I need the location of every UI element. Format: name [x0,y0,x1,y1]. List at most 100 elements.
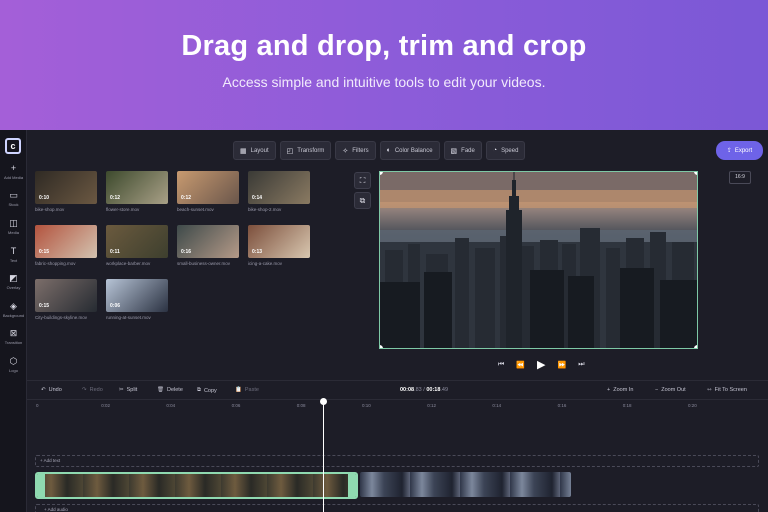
toolbar-button-0[interactable]: ▦ Layout [233,141,276,160]
crop-handle-bl[interactable] [380,345,383,348]
media-filename: beach-sunset.mov [177,207,214,212]
media-icon: ◫ [9,218,18,228]
media-thumbnail[interactable]: 0:12 flower-store.mov [106,171,168,212]
media-thumbnail[interactable]: 0:15 City-buildings-skyline.mov [35,279,97,320]
layout-icon: ▦ [240,147,247,155]
redo-button[interactable]: ↷ Redo [82,387,103,393]
timeline-ruler: 0 0:02 0:04 0:06 0:08 0:10 0:12 0:14 0:16 0:18 0:2… [27,400,768,414]
sidebar-item-5[interactable]: ◈ Background [0,301,27,318]
color-balance-icon: ◐ [386,147,391,154]
export-button[interactable]: ⇪ Export [716,141,763,160]
sidebar-item-label: Overlay [6,285,21,290]
ruler-tick: 0:14 [492,403,502,408]
sidebar-item-label: Media [8,230,19,235]
upload-icon: ⇪ [726,148,732,154]
media-thumbnail[interactable]: 0:13 icing-a-cake.mov [248,225,310,266]
media-thumbnail[interactable]: 0:15 fabric-shopping.mov [35,225,97,266]
sidebar-item-6[interactable]: ⊠ Transition [0,328,27,345]
promo-banner: Drag and drop, trim and crop Access simp… [0,0,768,130]
media-filename: small-business-owner.mov [177,261,231,266]
logo-icon: ⬡ [9,356,18,366]
duration-badge: 0:15 [39,303,50,309]
trash-icon: 🗑 [157,387,164,393]
add-audio-track[interactable]: + Add audio [35,504,759,512]
minus-icon: − [655,387,659,393]
sidebar-item-label: Add Media [3,175,24,180]
thumbnail-image: 0:13 [248,225,310,258]
sidebar-item-3[interactable]: T Text [0,246,27,263]
timeline-toolbar: ↶ Undo ↷ Redo ✂ Split 🗑 Delete ⧉ Copy 📋 Paste … [27,380,768,400]
transform-icon: ◰ [286,147,294,155]
video-clip-selected[interactable] [35,472,358,499]
media-thumbnail[interactable]: 0:16 small-business-owner.mov [177,225,239,266]
undo-button[interactable]: ↶ Undo [41,387,62,393]
sidebar-item-2[interactable]: ◫ Media [0,218,27,235]
paste-button[interactable]: 📋 Paste [235,387,259,393]
media-thumbnail[interactable]: 0:12 beach-sunset.mov [177,171,239,212]
aspect-ratio-button[interactable]: 16:9 [729,171,751,184]
fit-icon[interactable]: ⛶ [354,172,371,189]
media-filename: workplace-barber.mov [106,261,151,266]
video-clip[interactable] [360,472,571,497]
app-logo[interactable]: c [5,138,21,154]
copy-button[interactable]: ⧉ Copy [197,387,217,394]
toolbar-button-label: Speed [501,147,519,154]
add-text-track[interactable]: + Add text [35,455,759,467]
toolbar-button-label: Layout [250,147,269,154]
sidebar-item-4[interactable]: ◩ Overlay [0,273,27,290]
player-controls: ⏮ ⏪ ▶ ⏩ ⏭ [498,358,585,371]
overlay-icon: ◩ [9,273,18,283]
media-thumbnail[interactable]: 0:11 workplace-barber.mov [106,225,168,266]
ruler-tick: 0 [36,403,39,408]
toolbar-button-4[interactable]: ▧ Fade [443,141,482,160]
media-thumbnail[interactable]: 0:14 bike-shop-2.mov [248,171,310,212]
sidebar-item-0[interactable]: + Add Media [0,163,27,180]
crop-handle-br[interactable] [694,345,697,348]
toolbar-button-2[interactable]: ✧ Filters [335,141,376,160]
media-filename: icing-a-cake.mov [248,261,283,266]
thumbnail-image: 0:12 [106,171,168,204]
split-button[interactable]: ✂ Split [119,387,137,393]
fast-forward-icon[interactable]: ⏩ [558,361,567,369]
export-label: Export [734,147,753,154]
ruler-tick: 0:08 [296,403,306,408]
fit-to-screen-button[interactable]: ⇿ Fit To Screen [707,387,747,393]
media-filename: bike-shop-2.mov [248,207,282,212]
skip-back-icon[interactable]: ⏮ [498,361,504,369]
thumbnail-image: 0:10 [35,171,97,204]
sidebar-item-label: Logo [9,368,18,373]
video-preview[interactable] [379,171,698,349]
duration-badge: 0:13 [252,249,263,255]
plus-icon: + [607,387,611,393]
filters-icon: ✧ [342,147,349,155]
fit-icon: ⇿ [707,387,712,393]
thumbnail-image: 0:16 [177,225,239,258]
sidebar-item-1[interactable]: ▭ Stock [0,190,27,207]
zoom-in-button[interactable]: + Zoom In [607,387,633,393]
toolbar-button-5[interactable]: ◔ Speed [485,141,526,160]
ruler-tick: 0:16 [557,403,567,408]
sidebar-item-7[interactable]: ⬡ Logo [0,356,27,373]
skip-forward-icon[interactable]: ⏭ [578,361,584,369]
play-icon[interactable]: ▶ [537,358,545,371]
toolbar-button-1[interactable]: ◰ Transform [279,141,332,160]
rewind-icon[interactable]: ⏪ [516,361,525,369]
media-thumbnail[interactable]: 0:06 running-at-sunset.mov [106,279,168,320]
playhead[interactable] [323,402,324,512]
media-filename: running-at-sunset.mov [106,315,151,320]
zoom-out-button[interactable]: − Zoom Out [655,387,686,393]
duration-badge: 0:10 [39,195,50,201]
sidebar-item-label: Background [2,313,25,318]
toolbar-button-label: Color Balance [394,147,433,154]
toolbar-button-3[interactable]: ◐ Color Balance [379,141,440,160]
duration-badge: 0:15 [39,249,50,255]
media-thumbnail[interactable]: 0:10 bike-shop.mov [35,171,97,212]
crop-handle-tr[interactable] [694,172,697,175]
trim-handle-right[interactable] [348,474,356,497]
banner-title: Drag and drop, trim and crop [181,30,587,62]
thumbnail-image: 0:15 [35,279,97,312]
crop-icon[interactable]: ⧉ [354,192,371,209]
delete-button[interactable]: 🗑 Delete [157,387,183,393]
stock-icon: ▭ [9,190,18,200]
trim-handle-left[interactable] [37,474,45,497]
